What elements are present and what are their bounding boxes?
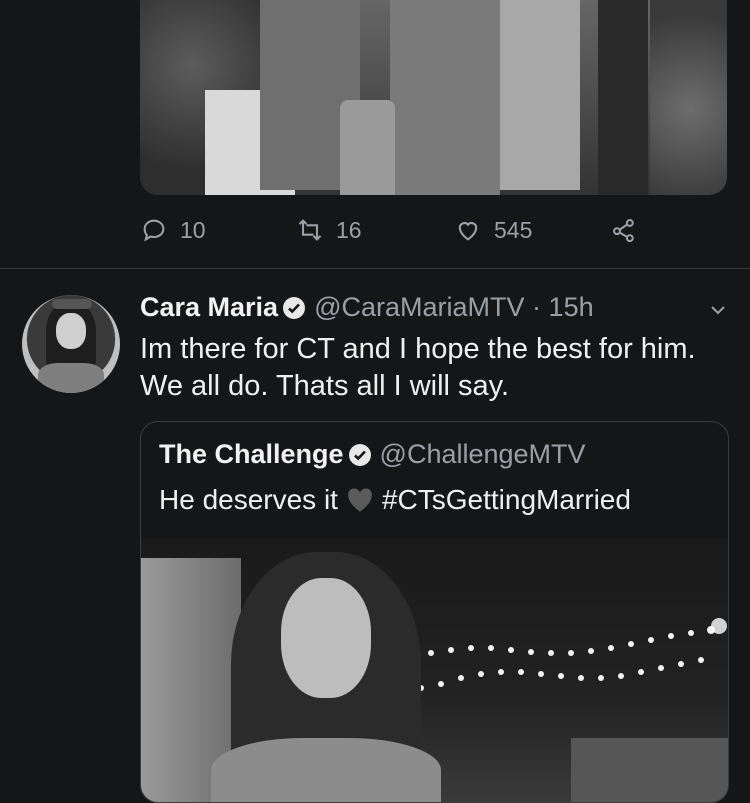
quoted-author-name: The Challenge [159, 439, 344, 469]
quoted-text-hashtag[interactable]: #CTsGettingMarried [382, 484, 631, 515]
previous-tweet-image[interactable] [140, 0, 727, 195]
tweet-divider [0, 268, 750, 269]
like-button[interactable]: 545 [454, 216, 532, 244]
reply-count: 10 [180, 216, 206, 243]
tweet-actions: 10 16 545 [0, 216, 750, 252]
image-child [340, 100, 395, 195]
quoted-author-handle: @ChallengeMTV [379, 439, 586, 469]
like-count: 545 [494, 216, 533, 243]
like-icon [458, 222, 478, 241]
quoted-text-before: He deserves it [159, 484, 338, 515]
avatar-hat [52, 299, 92, 309]
avatar[interactable] [22, 295, 120, 393]
retweet-button[interactable]: 16 [296, 216, 362, 244]
tweet-text: Im there for CT and I hope the best for … [140, 333, 696, 402]
quoted-tweet-text: He deserves it #CTsGettingMarried [159, 482, 631, 518]
chevron-down-icon[interactable] [706, 298, 730, 322]
quoted-tweet-video[interactable] [141, 538, 728, 802]
quoted-tweet-header: The Challenge @ChallengeMTV [159, 436, 586, 472]
quoted-tweet[interactable]: The Challenge @ChallengeMTV He deserves i… [140, 421, 729, 803]
author-handle[interactable]: @CaraMariaMTV [314, 292, 524, 322]
retweet-count: 16 [336, 216, 362, 243]
reply-icon [143, 219, 165, 242]
verified-icon [283, 297, 306, 319]
share-button[interactable] [610, 216, 638, 244]
share-icon [613, 219, 634, 243]
time-separator: · [532, 292, 542, 322]
tweet-header: Cara Maria @CaraMariaMTV · 15h [140, 289, 594, 325]
retweet-icon [298, 219, 322, 241]
string-lights [408, 618, 727, 691]
heart-emoji-icon [348, 488, 372, 512]
avatar-face [56, 313, 86, 349]
avatar-shirt [38, 363, 104, 393]
verified-icon [348, 444, 371, 466]
author-name[interactable]: Cara Maria [140, 292, 278, 322]
video-person-body [211, 738, 441, 802]
reply-button[interactable]: 10 [140, 216, 206, 244]
image-person [500, 0, 580, 190]
image-person [390, 0, 500, 195]
image-bush [650, 0, 727, 195]
image-post [598, 0, 648, 195]
video-table [571, 738, 728, 802]
tweet-time[interactable]: 15h [549, 292, 594, 322]
video-person-face [281, 578, 371, 698]
